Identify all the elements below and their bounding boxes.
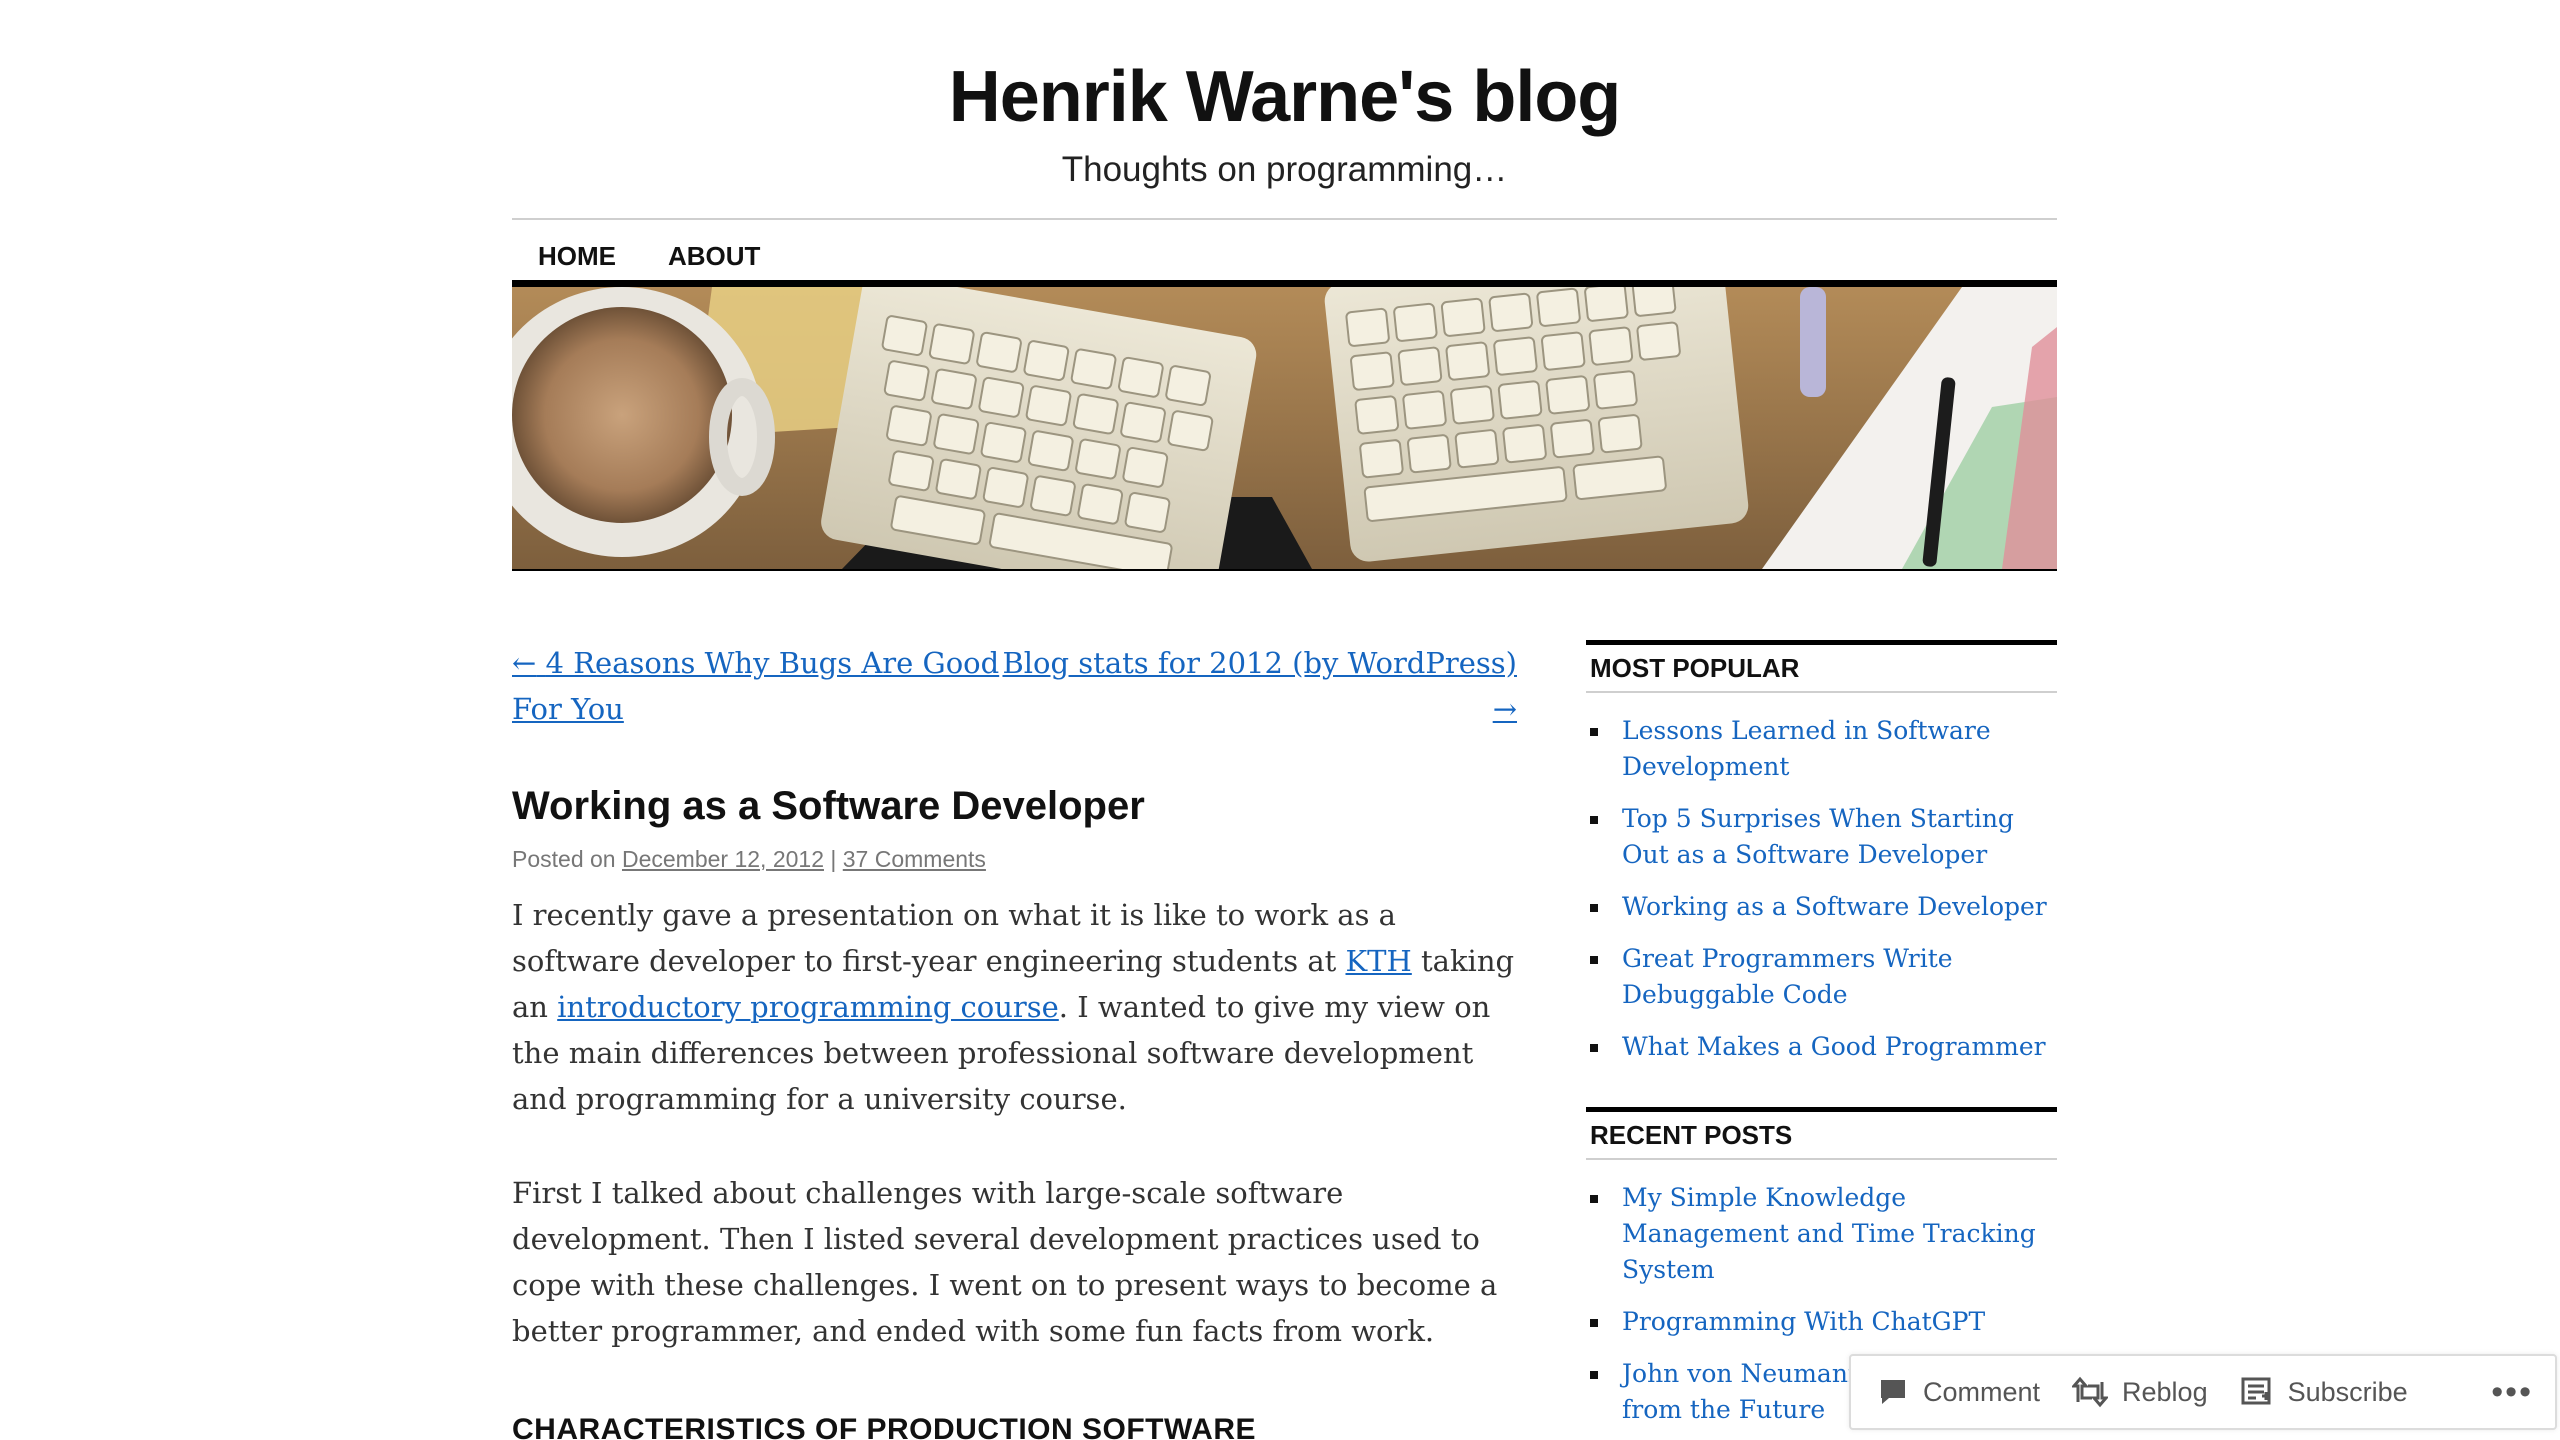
section-heading: CHARACTERISTICS OF PRODUCTION SOFTWARE (512, 1413, 1256, 1440)
popular-post-link[interactable]: Working as a Software Developer (1622, 892, 2047, 921)
more-options-icon[interactable]: ••• (2469, 1373, 2555, 1412)
post-meta: Posted on December 12, 2012 | 37 Comment… (512, 842, 986, 876)
previous-post-nav: ← 4 Reasons Why Bugs Are Good For You (512, 640, 1002, 732)
recent-post-link[interactable]: Programming With ChatGPT (1622, 1307, 1985, 1336)
recent-post-link[interactable]: My Simple Knowledge Management and Time … (1622, 1183, 2036, 1284)
list-item: Programming With ChatGPT (1586, 1304, 2057, 1340)
next-post-title: Blog stats for 2012 (by WordPress) (1002, 646, 1517, 680)
previous-post-title: 4 Reasons Why Bugs Are Good For You (512, 646, 1000, 726)
list-item: Top 5 Surprises When Starting Out as a S… (1586, 801, 2057, 873)
widget-title-recent-posts: RECENT POSTS (1586, 1107, 2057, 1160)
sidebar: MOST POPULAR Lessons Learned in Software… (1586, 640, 2057, 1440)
header-banner-image (512, 287, 2057, 571)
left-arrow-icon: ← (512, 646, 537, 680)
right-arrow-icon: → (1492, 692, 1517, 726)
subscribe-button[interactable]: Subscribe (2224, 1356, 2424, 1428)
nav-divider (512, 218, 2057, 220)
next-post-link[interactable]: Blog stats for 2012 (by WordPress) → (1002, 646, 1517, 726)
popular-post-link[interactable]: Great Programmers Write Debuggable Code (1622, 944, 1953, 1009)
popular-post-link[interactable]: What Makes a Good Programmer (1622, 1032, 2046, 1061)
action-bar: Comment Reblog Subscribe ••• (1849, 1354, 2557, 1430)
nav-item-about[interactable]: ABOUT (642, 232, 786, 280)
posted-on-label: Posted on (512, 846, 616, 872)
post-date-link[interactable]: December 12, 2012 (622, 846, 824, 872)
reblog-button[interactable]: Reblog (2056, 1356, 2224, 1428)
site-title[interactable]: Henrik Warne's blog (512, 52, 2057, 142)
reblog-label: Reblog (2122, 1376, 2208, 1407)
list-item: Lessons Learned in Software Development (1586, 713, 2057, 785)
list-item: What Makes a Good Programmer (1586, 1029, 2057, 1065)
nav-item-home[interactable]: HOME (512, 232, 642, 280)
post-paragraph-2: First I talked about challenges with lar… (512, 1176, 1498, 1348)
main-navigation: HOME ABOUT (512, 232, 2057, 280)
programming-course-link[interactable]: introductory programming course (557, 990, 1059, 1024)
comments-link[interactable]: 37 Comments (843, 846, 986, 872)
post-body: I recently gave a presentation on what i… (512, 892, 1517, 1402)
widget-title-most-popular: MOST POPULAR (1586, 640, 2057, 693)
meta-separator: | (830, 846, 837, 872)
main-content: ← 4 Reasons Why Bugs Are Good For You Bl… (512, 640, 1517, 1440)
popular-post-link[interactable]: Top 5 Surprises When Starting Out as a S… (1622, 804, 2014, 869)
kth-link[interactable]: KTH (1346, 944, 1412, 978)
subscribe-icon (2241, 1377, 2271, 1405)
post-title: Working as a Software Developer (512, 784, 1145, 828)
list-item: Working as a Software Developer (1586, 889, 2057, 925)
comment-icon (1881, 1380, 1905, 1404)
site-description: Thoughts on programming… (1061, 150, 1508, 189)
reblog-icon (2072, 1376, 2109, 1408)
subscribe-label: Subscribe (2287, 1376, 2408, 1407)
previous-post-link[interactable]: ← 4 Reasons Why Bugs Are Good For You (512, 646, 999, 726)
most-popular-widget: MOST POPULAR Lessons Learned in Software… (1586, 640, 2057, 1065)
nav-bottom-rule (512, 280, 2057, 287)
most-popular-list: Lessons Learned in Software Development … (1586, 693, 2057, 1065)
list-item: My Simple Knowledge Management and Time … (1586, 1180, 2057, 1288)
post-paragraph-1: I recently gave a presentation on what i… (512, 892, 1517, 1122)
popular-post-link[interactable]: Lessons Learned in Software Development (1622, 716, 1991, 781)
comment-button[interactable]: Comment (1851, 1356, 2056, 1428)
next-post-nav: Blog stats for 2012 (by WordPress) → (997, 640, 1517, 732)
comment-label: Comment (1923, 1376, 2041, 1407)
list-item: Great Programmers Write Debuggable Code (1586, 941, 2057, 1013)
post-navigation: ← 4 Reasons Why Bugs Are Good For You Bl… (512, 640, 1517, 740)
paragraph-text: I recently gave a presentation on what i… (512, 898, 1396, 978)
